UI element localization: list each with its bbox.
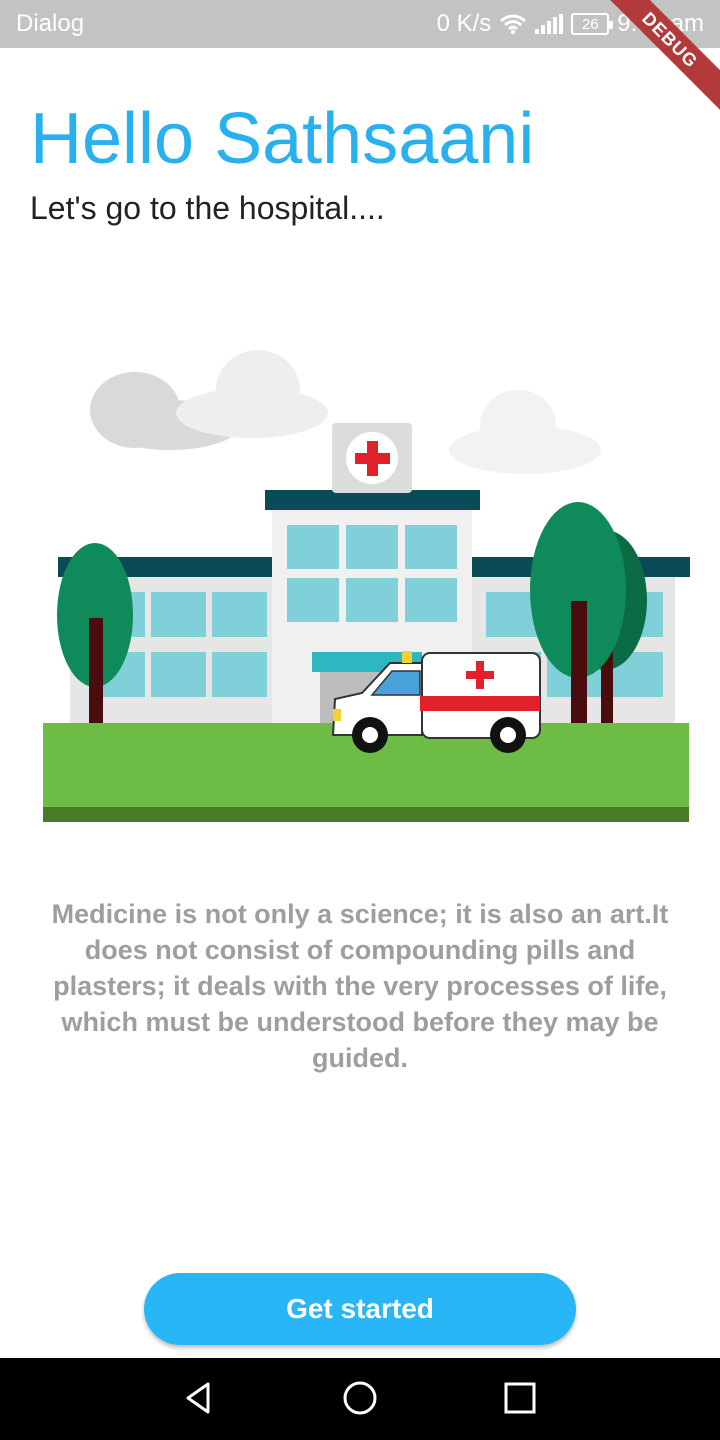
cloud-icon bbox=[449, 390, 601, 474]
signal-icon bbox=[535, 14, 564, 34]
status-app-label: Dialog bbox=[16, 10, 85, 37]
system-navigation-bar bbox=[0, 1358, 720, 1440]
greeting-subtitle: Let's go to the hospital.... bbox=[30, 190, 385, 226]
home-icon[interactable] bbox=[340, 1378, 380, 1418]
status-bar: Dialog 0 K/s 26 9:56 am bbox=[0, 0, 720, 48]
hospital-ambulance-illustration bbox=[43, 350, 690, 822]
quote-text: Medicine is not only a science; it is al… bbox=[51, 899, 669, 1073]
wifi-icon bbox=[500, 14, 527, 35]
greeting-title: Hello Sathsaani bbox=[30, 99, 535, 179]
recent-apps-icon[interactable] bbox=[500, 1378, 540, 1418]
network-speed: 0 K/s bbox=[436, 10, 492, 37]
get-started-button[interactable]: Get started bbox=[144, 1273, 576, 1345]
back-icon[interactable] bbox=[180, 1378, 220, 1418]
cloud-icon bbox=[176, 350, 328, 438]
battery-level: 26 bbox=[581, 15, 599, 33]
battery-icon: 26 bbox=[571, 13, 614, 35]
